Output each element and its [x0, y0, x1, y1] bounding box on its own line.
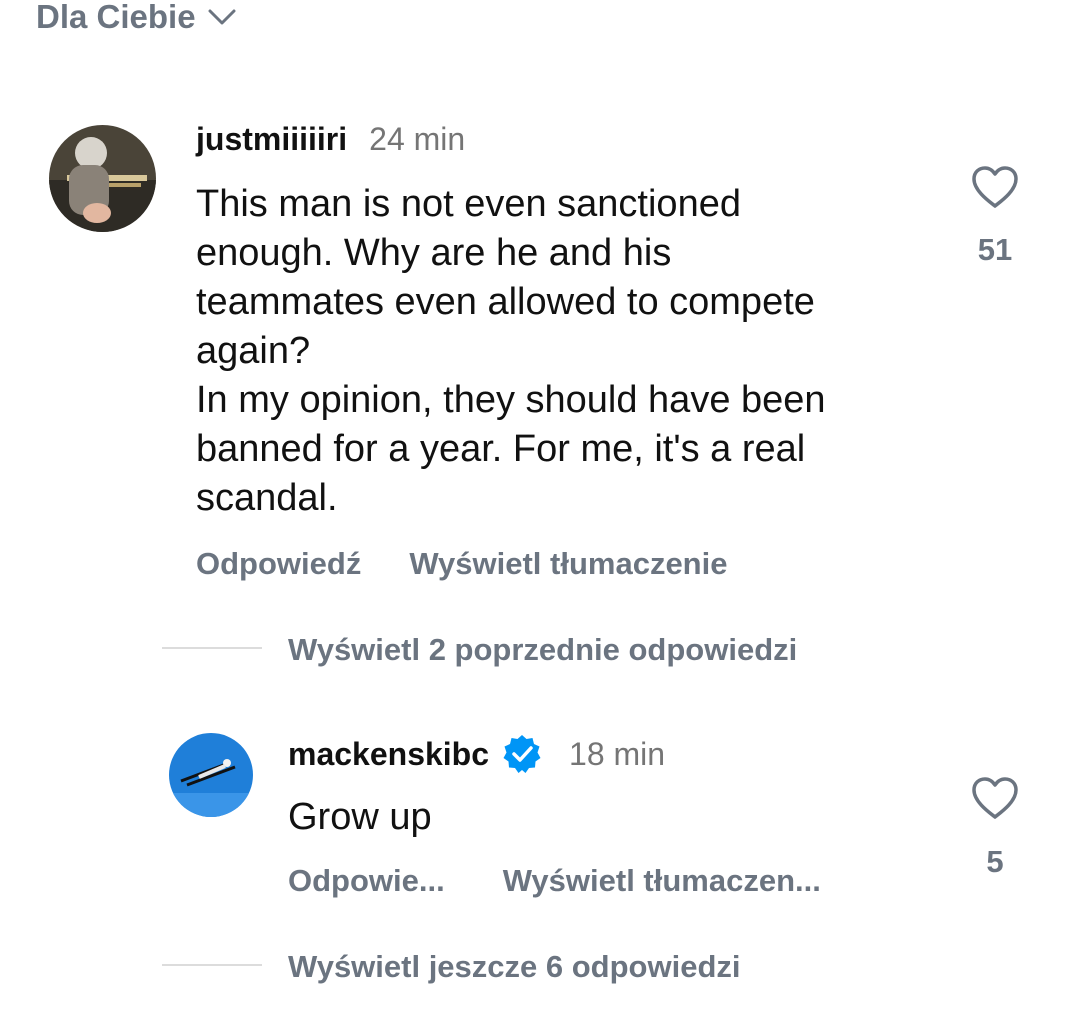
comment-timestamp: 24 min — [369, 121, 466, 157]
view-previous-replies-button[interactable]: Wyświetl 2 poprzednie odpowiedzi — [288, 632, 797, 668]
reply-timestamp: 18 min — [569, 735, 666, 772]
sort-filter-label: Dla Ciebie — [36, 0, 196, 35]
chevron-down-icon — [208, 9, 236, 25]
view-translation-button[interactable]: Wyświetl tłumaczenie — [409, 546, 727, 582]
like-count: 51 — [977, 232, 1013, 267]
avatar[interactable] — [169, 733, 253, 817]
comment-username[interactable]: justmiiiiiri — [196, 121, 347, 158]
avatar[interactable] — [49, 125, 156, 232]
comment-text: This man is not even sanctioned enough. … — [196, 183, 826, 519]
reply-username[interactable]: mackenskibc — [288, 736, 489, 773]
reply-text: Grow up — [288, 796, 432, 838]
heart-icon[interactable] — [970, 776, 1020, 820]
heart-icon[interactable] — [970, 165, 1020, 209]
sort-filter-dropdown[interactable]: Dla Ciebie — [36, 0, 236, 36]
view-translation-button[interactable]: Wyświetl tłumaczen... — [503, 863, 821, 899]
verified-badge-icon — [503, 735, 541, 773]
divider-line — [162, 964, 262, 966]
reply-button[interactable]: Odpowie... — [288, 863, 445, 899]
view-more-replies-button[interactable]: Wyświetl jeszcze 6 odpowiedzi — [288, 949, 741, 985]
like-count: 5 — [986, 844, 1004, 879]
reply-button[interactable]: Odpowiedź — [196, 546, 361, 582]
divider-line — [162, 647, 262, 649]
